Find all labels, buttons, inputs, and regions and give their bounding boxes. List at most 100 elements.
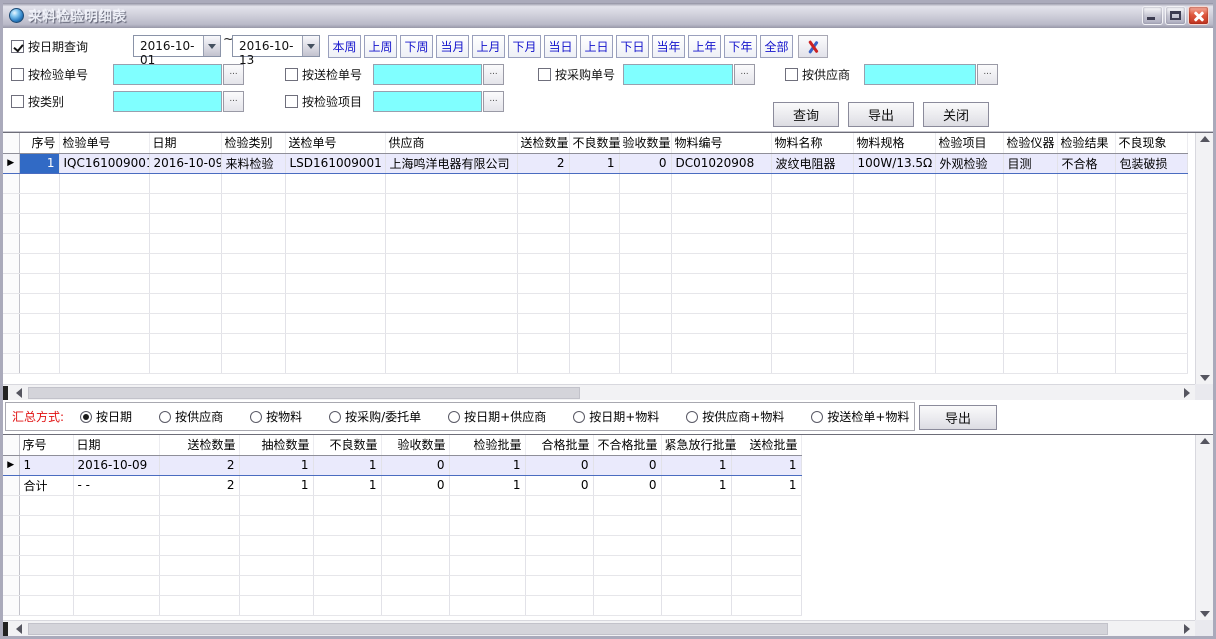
- export-button[interactable]: 导出: [848, 102, 914, 127]
- column-header[interactable]: 检验单号: [59, 133, 149, 153]
- filter-checkbox-delivery-no[interactable]: 按送检单号: [285, 66, 362, 82]
- quick-date-button[interactable]: 下年: [724, 35, 757, 58]
- column-header[interactable]: 送检数量: [159, 435, 239, 455]
- column-header[interactable]: 送检数量: [517, 133, 569, 153]
- empty-row[interactable]: [3, 293, 1187, 313]
- column-header[interactable]: 验收数量: [381, 435, 449, 455]
- quick-date-button[interactable]: 下日: [616, 35, 649, 58]
- quick-date-button[interactable]: 当日: [544, 35, 577, 58]
- column-header[interactable]: 送检批量: [731, 435, 801, 455]
- column-header[interactable]: 验收数量: [619, 133, 671, 153]
- date-from-combo[interactable]: 2016-10-01: [133, 35, 221, 57]
- tools-button[interactable]: [798, 35, 828, 58]
- column-header[interactable]: 不合格批量: [593, 435, 661, 455]
- scroll-down-icon[interactable]: [1200, 611, 1210, 617]
- scrollbar-thumb[interactable]: [28, 387, 580, 399]
- filter-checkbox-supplier[interactable]: 按供应商: [785, 66, 850, 82]
- empty-row[interactable]: [3, 193, 1187, 213]
- empty-row[interactable]: [3, 555, 801, 575]
- inspection-no-input[interactable]: [113, 64, 222, 85]
- empty-row[interactable]: [3, 313, 1187, 333]
- close-button[interactable]: [1188, 6, 1209, 25]
- query-button[interactable]: 查询: [773, 102, 839, 127]
- date-query-checkbox[interactable]: 按日期查询: [11, 38, 88, 54]
- summary-horizontal-scrollbar[interactable]: [3, 620, 1195, 636]
- quick-date-button[interactable]: 全部: [760, 35, 793, 58]
- summary-mode-option[interactable]: 按送检单+物料: [811, 408, 909, 425]
- maximize-button[interactable]: [1165, 6, 1186, 25]
- column-header[interactable]: 不良现象: [1115, 133, 1187, 153]
- column-header[interactable]: [3, 133, 19, 153]
- quick-date-button[interactable]: 下月: [508, 35, 541, 58]
- table-row[interactable]: 合计- -211010011: [3, 475, 801, 495]
- scroll-right-icon[interactable]: [1184, 624, 1190, 634]
- scrollbar-thumb[interactable]: [28, 623, 1108, 635]
- empty-row[interactable]: [3, 495, 801, 515]
- summary-export-button[interactable]: 导出: [919, 405, 997, 430]
- quick-date-button[interactable]: 上年: [688, 35, 721, 58]
- filter-checkbox-purchase-no[interactable]: 按采购单号: [538, 66, 615, 82]
- quick-date-button[interactable]: 上日: [580, 35, 613, 58]
- dropdown-button[interactable]: [203, 36, 220, 56]
- purchase-no-browse-button[interactable]: ...: [734, 64, 755, 85]
- scroll-left-icon[interactable]: [16, 624, 22, 634]
- empty-row[interactable]: [3, 233, 1187, 253]
- delivery-no-browse-button[interactable]: ...: [483, 64, 504, 85]
- column-header[interactable]: 不良数量: [569, 133, 619, 153]
- column-header[interactable]: 序号: [19, 435, 73, 455]
- filter-checkbox-inspection-no[interactable]: 按检验单号: [11, 66, 88, 82]
- summary-mode-option[interactable]: 按物料: [250, 408, 302, 425]
- column-header[interactable]: [3, 435, 19, 455]
- empty-row[interactable]: [3, 515, 801, 535]
- quick-date-button[interactable]: 下周: [400, 35, 433, 58]
- empty-row[interactable]: [3, 273, 1187, 293]
- quick-date-button[interactable]: 当月: [436, 35, 469, 58]
- column-header[interactable]: 物料编号: [671, 133, 771, 153]
- summary-mode-option[interactable]: 按采购/委托单: [329, 408, 421, 425]
- table-row[interactable]: ▶12016-10-09211010011: [3, 455, 801, 475]
- scroll-right-icon[interactable]: [1184, 388, 1190, 398]
- quick-date-button[interactable]: 上月: [472, 35, 505, 58]
- empty-row[interactable]: [3, 535, 801, 555]
- summary-mode-option[interactable]: 按日期+供应商: [448, 408, 546, 425]
- column-header[interactable]: 紧急放行批量: [661, 435, 731, 455]
- column-header[interactable]: 序号: [19, 133, 59, 153]
- table-row[interactable]: ▶1IQC1610090012016-10-09来料检验LSD161009001…: [3, 153, 1187, 173]
- column-header[interactable]: 检验仪器: [1003, 133, 1057, 153]
- column-header[interactable]: 物料规格: [853, 133, 935, 153]
- quick-date-button[interactable]: 本周: [328, 35, 361, 58]
- column-header[interactable]: 日期: [73, 435, 159, 455]
- empty-row[interactable]: [3, 333, 1187, 353]
- scroll-up-icon[interactable]: [1200, 136, 1210, 142]
- purchase-no-input[interactable]: [623, 64, 733, 85]
- category-browse-button[interactable]: ...: [223, 91, 244, 112]
- column-header[interactable]: 物料名称: [771, 133, 853, 153]
- column-header[interactable]: 检验结果: [1057, 133, 1115, 153]
- summary-mode-option[interactable]: 按供应商+物料: [686, 408, 784, 425]
- summary-vertical-scrollbar[interactable]: [1195, 435, 1213, 620]
- minimize-button[interactable]: [1142, 6, 1163, 25]
- date-to-combo[interactable]: 2016-10-13: [232, 35, 320, 57]
- inspection-item-input[interactable]: [373, 91, 482, 112]
- supplier-input[interactable]: [864, 64, 976, 85]
- summary-mode-option[interactable]: 按日期+物料: [573, 408, 659, 425]
- summary-mode-option[interactable]: 按日期: [80, 408, 132, 425]
- scroll-up-icon[interactable]: [1200, 438, 1210, 444]
- inspection-no-browse-button[interactable]: ...: [223, 64, 244, 85]
- scroll-left-icon[interactable]: [16, 388, 22, 398]
- empty-row[interactable]: [3, 353, 1187, 373]
- main-vertical-scrollbar[interactable]: [1195, 133, 1213, 384]
- close-form-button[interactable]: 关闭: [923, 102, 989, 127]
- empty-row[interactable]: [3, 253, 1187, 273]
- column-header[interactable]: 合格批量: [525, 435, 593, 455]
- column-header[interactable]: 检验项目: [935, 133, 1003, 153]
- column-header[interactable]: 不良数量: [313, 435, 381, 455]
- inspection-item-browse-button[interactable]: ...: [483, 91, 504, 112]
- column-header[interactable]: 抽检数量: [239, 435, 313, 455]
- summary-mode-option[interactable]: 按供应商: [159, 408, 223, 425]
- scroll-down-icon[interactable]: [1200, 375, 1210, 381]
- filter-checkbox-category[interactable]: 按类别: [11, 93, 64, 109]
- column-header[interactable]: 检验批量: [449, 435, 525, 455]
- supplier-browse-button[interactable]: ...: [977, 64, 998, 85]
- dropdown-button[interactable]: [302, 36, 319, 56]
